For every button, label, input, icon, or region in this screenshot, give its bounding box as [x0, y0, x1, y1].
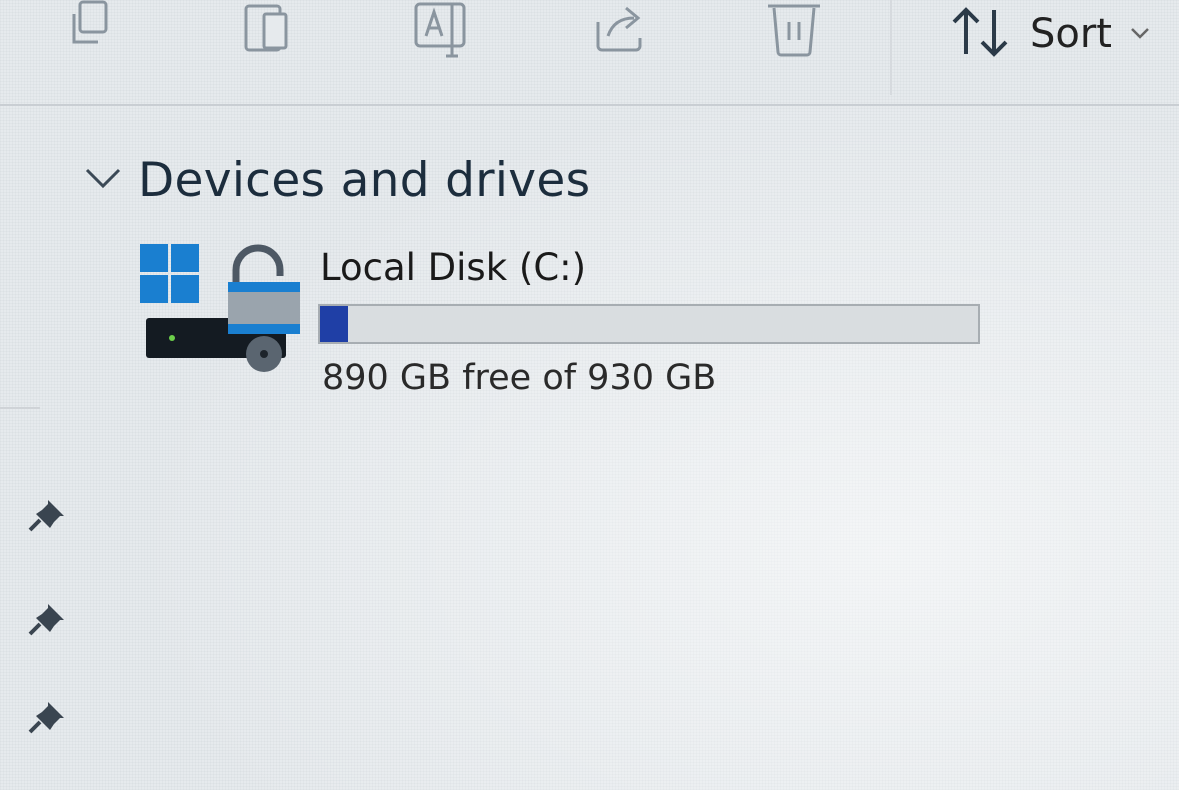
drive-usage-bar [318, 304, 980, 344]
drive-free-space: 890 GB free of 930 GB [322, 358, 717, 398]
devices-and-drives-header[interactable]: Devices and drives [84, 148, 590, 212]
paste-icon[interactable] [238, 0, 298, 60]
left-pane-divider [0, 407, 40, 409]
sort-label: Sort [1030, 11, 1112, 57]
rename-icon[interactable] [412, 0, 472, 60]
drive-usage-fill [320, 306, 349, 342]
pin-icon[interactable] [26, 498, 66, 534]
chevron-down-icon [84, 166, 122, 194]
delete-icon[interactable] [764, 0, 824, 60]
toolbar-divider [0, 104, 1179, 106]
pin-icon[interactable] [26, 602, 66, 638]
share-icon[interactable] [590, 0, 650, 60]
copy-icon[interactable] [66, 0, 126, 60]
toolbar-separator [890, 0, 892, 95]
drive-item-local-disk-c[interactable]: Local Disk (C:) 890 GB free of 930 GB [136, 236, 996, 406]
section-title: Devices and drives [138, 152, 591, 208]
sort-button[interactable]: Sort [950, 6, 1150, 62]
drive-name: Local Disk (C:) [320, 246, 587, 289]
pin-icon[interactable] [26, 700, 66, 736]
command-bar: Sort [0, 0, 1179, 104]
sort-arrows-icon [950, 4, 1012, 64]
locked-windows-drive-icon [136, 236, 306, 381]
file-explorer-window: Sort Devices and drives Local Disk (C:) … [0, 0, 1179, 790]
chevron-down-icon [1130, 25, 1150, 44]
